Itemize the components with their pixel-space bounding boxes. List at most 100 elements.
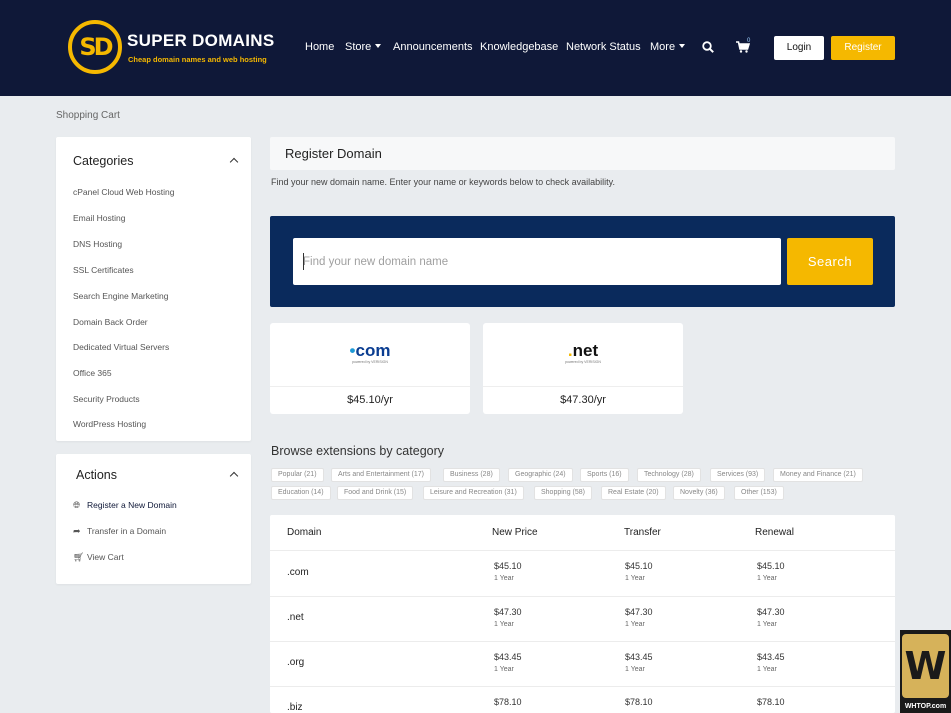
register-button[interactable]: Register (831, 36, 895, 60)
brand-tagline: Cheap domain names and web hosting (128, 55, 267, 64)
domain-search-input[interactable] (293, 238, 781, 285)
category-link-office365[interactable]: Office 365 (73, 368, 112, 378)
browse-extensions-title: Browse extensions by category (271, 444, 445, 458)
column-header-renewal: Renewal (755, 527, 794, 538)
login-button[interactable]: Login (774, 36, 824, 60)
logo-letters: SD (79, 33, 113, 61)
intro-text: Find your new domain name. Enter your na… (271, 177, 615, 187)
category-link-email[interactable]: Email Hosting (73, 213, 125, 223)
pricing-table: Domain New Price Transfer Renewal .com $… (270, 515, 895, 713)
search-button[interactable]: Search (787, 238, 873, 285)
chevron-up-icon[interactable] (229, 157, 239, 167)
action-transfer-domain[interactable]: ➦ Transfer in a Domain (73, 526, 166, 537)
nav-network-status[interactable]: Network Status (566, 41, 641, 53)
action-view-cart[interactable]: 🛒︎ View Cart (73, 552, 124, 563)
term-cell: 1 Year (494, 621, 514, 628)
actions-title: Actions (76, 468, 117, 482)
domain-search-panel: Search (270, 216, 895, 307)
new-price-cell: $47.30 (494, 607, 522, 617)
column-header-new-price: New Price (492, 527, 538, 538)
watermark-text: WHTOP.com (904, 703, 947, 710)
category-link-security[interactable]: Security Products (73, 394, 140, 404)
chevron-up-icon[interactable] (229, 471, 239, 481)
featured-tld-net[interactable]: .net powered by VERISIGN $47.30/yr (483, 323, 683, 414)
share-icon: ➦ (73, 526, 81, 536)
category-link-sem[interactable]: Search Engine Marketing (73, 291, 168, 301)
transfer-price-cell: $45.10 (625, 561, 653, 571)
new-price-cell: $78.10 (494, 697, 522, 707)
tld-category-tag[interactable]: Education (14) (271, 486, 331, 500)
chevron-down-icon (375, 44, 382, 48)
new-price-cell: $45.10 (494, 561, 522, 571)
tld-category-tag[interactable]: Money and Finance (21) (773, 468, 863, 482)
transfer-price-cell: $47.30 (625, 607, 653, 617)
renewal-price-cell: $47.30 (757, 607, 785, 617)
category-link-wordpress[interactable]: WordPress Hosting (73, 419, 146, 429)
action-register-domain[interactable]: 🌐︎ Register a New Domain (73, 500, 177, 511)
nav-more[interactable]: More (650, 41, 686, 53)
tld-category-tag[interactable]: Leisure and Recreation (31) (423, 486, 524, 500)
domain-cell: .com (287, 567, 309, 578)
domain-cell: .org (287, 657, 305, 668)
row-divider (270, 550, 895, 551)
divider (270, 386, 470, 387)
domain-cell: .biz (287, 702, 303, 713)
categories-title: Categories (73, 154, 134, 168)
cart-count-badge: 0 (747, 38, 751, 44)
tld-category-tag[interactable]: Geographic (24) (508, 468, 573, 482)
column-header-transfer: Transfer (624, 527, 661, 538)
tld-category-tag[interactable]: Business (28) (443, 468, 500, 482)
featured-price: $45.10/yr (347, 394, 393, 406)
term-cell: 1 Year (625, 575, 645, 582)
transfer-price-cell: $43.45 (625, 652, 653, 662)
tld-category-tag[interactable]: Arts and Entertainment (17) (331, 468, 431, 482)
term-cell: 1 Year (494, 666, 514, 673)
category-link-dns[interactable]: DNS Hosting (73, 239, 122, 249)
new-price-cell: $43.45 (494, 652, 522, 662)
term-cell: 1 Year (625, 621, 645, 628)
column-header-domain: Domain (287, 527, 322, 538)
nav-announcements[interactable]: Announcements (393, 41, 473, 53)
tld-category-tag[interactable]: Services (93) (710, 468, 766, 482)
category-link-backorder[interactable]: Domain Back Order (73, 317, 148, 327)
nav-store[interactable]: Store (345, 41, 382, 53)
divider (483, 386, 683, 387)
text-cursor (303, 253, 304, 270)
renewal-price-cell: $78.10 (757, 697, 785, 707)
search-icon[interactable] (702, 41, 714, 53)
net-logo: .net powered by VERISIGN (565, 341, 601, 364)
chevron-down-icon (679, 44, 686, 48)
tld-category-tag[interactable]: Sports (16) (580, 468, 629, 482)
tld-category-tag[interactable]: Shopping (58) (534, 486, 592, 500)
tld-category-tag[interactable]: Popular (21) (271, 468, 324, 482)
nav-home[interactable]: Home (305, 41, 334, 53)
term-cell: 1 Year (757, 621, 777, 628)
renewal-price-cell: $43.45 (757, 652, 785, 662)
tld-category-tag[interactable]: Novelty (36) (673, 486, 725, 500)
row-divider (270, 596, 895, 597)
nav-knowledgebase[interactable]: Knowledgebase (480, 41, 558, 53)
brand-name[interactable]: SUPER DOMAINS (127, 31, 274, 51)
tld-category-tag[interactable]: Other (153) (734, 486, 784, 500)
transfer-price-cell: $78.10 (625, 697, 653, 707)
com-logo: •com powered by VERISIGN (349, 341, 391, 364)
featured-tld-com[interactable]: •com powered by VERISIGN $45.10/yr (270, 323, 470, 414)
term-cell: 1 Year (757, 575, 777, 582)
watermark-mark: W (902, 634, 949, 698)
cart-icon: 🛒︎ (73, 552, 85, 562)
site-header: SD SUPER DOMAINS Cheap domain names and … (0, 0, 951, 96)
row-divider (270, 686, 895, 687)
domain-cell: .net (287, 612, 304, 623)
row-divider (270, 641, 895, 642)
page-title-bar: Register Domain (270, 137, 895, 170)
tld-category-tag[interactable]: Technology (28) (637, 468, 701, 482)
category-link-cpanel[interactable]: cPanel Cloud Web Hosting (73, 187, 174, 197)
tld-category-tag[interactable]: Real Estate (20) (601, 486, 666, 500)
logo-icon[interactable]: SD (68, 20, 122, 74)
tld-category-tag[interactable]: Food and Drink (15) (337, 486, 414, 500)
globe-icon: 🌐︎ (73, 500, 81, 510)
category-link-ssl[interactable]: SSL Certificates (73, 265, 134, 275)
term-cell: 1 Year (494, 575, 514, 582)
breadcrumb: Shopping Cart (56, 110, 120, 121)
category-link-dvs[interactable]: Dedicated Virtual Servers (73, 342, 169, 352)
